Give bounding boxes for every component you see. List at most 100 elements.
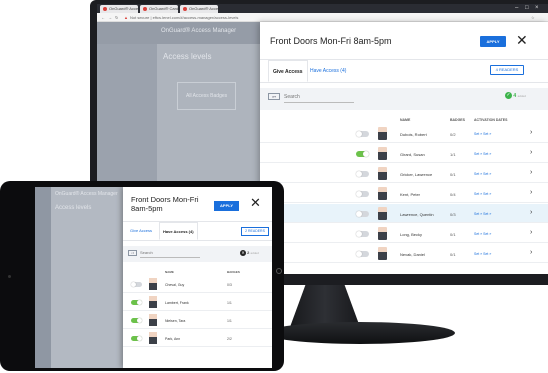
monitor-stand-neck (290, 285, 360, 327)
star-icon[interactable]: ☆ (531, 13, 535, 22)
access-toggle[interactable] (356, 171, 369, 177)
avatar (378, 167, 387, 180)
badge-count: 0/4 (450, 192, 456, 197)
badge-count: 1/1 (450, 152, 456, 157)
browser-tab-1[interactable]: OnGuard® Access M... (100, 5, 138, 13)
table-row[interactable]: Girard, Susan 1/1 Set » Set » › (260, 144, 548, 163)
cardholder-name: Cheval, Guy (165, 283, 185, 287)
reload-icon[interactable]: ↻ (115, 13, 118, 22)
browser-tab-3[interactable]: OnGuard® Access L... (180, 5, 218, 13)
tablet-camera (8, 275, 11, 278)
address-bar[interactable]: ← → ↻ ▲ Not secure | eftcs.lenel.com/#/a… (97, 13, 548, 22)
back-icon[interactable]: ← (101, 13, 105, 22)
cardholder-name: Kent, Peter (400, 192, 421, 197)
chevron-right-icon[interactable]: › (530, 169, 532, 176)
chevron-right-icon[interactable]: › (530, 229, 532, 236)
badge-count: 0/1 (450, 232, 456, 237)
activation-dates-link[interactable]: Set » Set » (474, 232, 491, 236)
tablet-tab-give-access[interactable]: Give Access (127, 222, 155, 240)
address-text[interactable]: Not secure | eftcs.lenel.com/#/access-ma… (130, 13, 238, 22)
avatar (378, 187, 387, 200)
chevron-right-icon[interactable]: › (530, 189, 532, 196)
activation-dates-link[interactable]: Set » Set » (474, 212, 491, 216)
activation-dates-link[interactable]: Set » Set » (474, 152, 491, 156)
table-row[interactable]: Long, Becky 0/1 Set » Set » › (260, 224, 548, 243)
access-toggle[interactable] (131, 282, 142, 287)
activation-dates-link[interactable]: Set » Set » (474, 172, 491, 176)
table-row[interactable]: Nielsen, Tara 1/1 (123, 312, 272, 329)
maximize-icon[interactable]: □ (525, 4, 529, 12)
table-row[interactable]: Park, Ann 2/2 (123, 330, 272, 347)
access-level-modal: Front Doors Mon-Fri 8am-5pm APPLY ✕ Give… (260, 22, 548, 274)
activation-dates-link[interactable]: Set » Set » (474, 252, 491, 256)
badge-count: 0/1 (450, 252, 456, 257)
avatar (378, 147, 387, 160)
tablet-background-title: OnGuard® Access Manager (55, 191, 118, 197)
tablet-screen: OnGuard® Access Manager Access levels Fr… (35, 187, 272, 368)
access-toggle[interactable] (131, 318, 142, 323)
background-section-title: Access levels (163, 52, 212, 61)
close-window-icon[interactable]: × (535, 4, 539, 12)
access-toggle[interactable] (356, 191, 369, 197)
chevron-right-icon[interactable]: › (530, 149, 532, 156)
close-icon[interactable]: ✕ (516, 32, 528, 48)
added-count: 4 (513, 92, 517, 99)
access-toggle[interactable] (131, 336, 142, 341)
monitor-stand-base (265, 322, 455, 344)
cardholder-name: Nielsen, Tara (165, 319, 186, 323)
chevron-right-icon[interactable]: › (530, 209, 532, 216)
search-input[interactable] (284, 91, 354, 103)
badge-count: 0/3 (450, 212, 456, 217)
cardholder-name: Park, Ann (165, 337, 181, 341)
table-row[interactable]: Lawrence, Quentin 0/3 Set » Set » › (260, 204, 548, 223)
chevron-right-icon[interactable]: › (530, 129, 532, 136)
background-card: All Access Badges (177, 82, 237, 110)
column-header-activation-dates: ACTIVATION DATES (474, 118, 508, 122)
chevron-right-icon[interactable]: › (530, 249, 532, 256)
access-toggle[interactable] (356, 211, 369, 217)
tablet-search-filter-icon[interactable]: ⌕▾ (128, 250, 137, 256)
tablet-background-section: Access levels (55, 205, 92, 211)
readers-button[interactable]: 4 READERS (490, 65, 524, 75)
activation-dates-link[interactable]: Set » Set » (474, 192, 491, 196)
forward-icon[interactable]: → (108, 13, 112, 22)
remove-icon: ✕ (240, 250, 246, 256)
tab-have-access[interactable]: Have Access (4) (306, 60, 350, 82)
cardholder-name: Lambert, Frank (165, 301, 189, 305)
tablet-home-button[interactable] (276, 268, 282, 274)
tablet-apply-button[interactable]: APPLY (214, 201, 239, 211)
badge-count: 1/1 (227, 319, 232, 323)
browser-tabbar: OnGuard® Access M... OnGuard® Cardholde.… (97, 4, 548, 13)
tablet-modal-title: Front Doors Mon-Fri 8am-5pm (131, 195, 199, 213)
table-row[interactable]: Nevak, Daniel 0/1 Set » Set » › (260, 244, 548, 263)
access-toggle[interactable] (356, 131, 369, 137)
access-toggle[interactable] (356, 151, 369, 157)
badge-count: 0/3 (227, 283, 232, 287)
tablet-search-input[interactable] (140, 248, 200, 258)
avatar (149, 332, 157, 344)
tablet-tab-have-access[interactable]: Have Access (4) (159, 222, 198, 240)
tab-give-access[interactable]: Give Access (268, 60, 308, 82)
table-row[interactable]: Gricker, Lawrence 0/1 Set » Set » › (260, 164, 548, 183)
tablet-readers-button[interactable]: 2 READERS (241, 227, 269, 236)
access-toggle[interactable] (131, 300, 142, 305)
table-row[interactable]: Cheval, Guy 0/3 (123, 276, 272, 293)
badge-count: 0/2 (450, 132, 456, 137)
access-toggle[interactable] (356, 251, 369, 257)
minimize-icon[interactable]: – (515, 4, 518, 12)
table-row[interactable]: Kent, Peter 0/4 Set » Set » › (260, 184, 548, 203)
search-filter-icon[interactable]: ⌕▾ (268, 93, 280, 100)
activation-dates-link[interactable]: Set » Set » (474, 132, 491, 136)
check-icon: ✓ (505, 92, 512, 99)
tablet-close-icon[interactable]: ✕ (250, 195, 261, 211)
badge-count: 0/1 (450, 172, 456, 177)
badge-count: 2/2 (227, 337, 232, 341)
table-row[interactable]: Lambert, Frank 1/1 (123, 294, 272, 311)
cardholder-name: Long, Becky (400, 232, 423, 237)
table-row[interactable]: Dubois, Robert 0/2 Set » Set » › (260, 124, 548, 143)
access-toggle[interactable] (356, 231, 369, 237)
apply-button[interactable]: APPLY (480, 36, 506, 47)
modal-title: Front Doors Mon-Fri 8am-5pm (270, 36, 392, 46)
browser-tab-2[interactable]: OnGuard® Cardholde... (140, 5, 178, 13)
avatar (149, 314, 157, 326)
